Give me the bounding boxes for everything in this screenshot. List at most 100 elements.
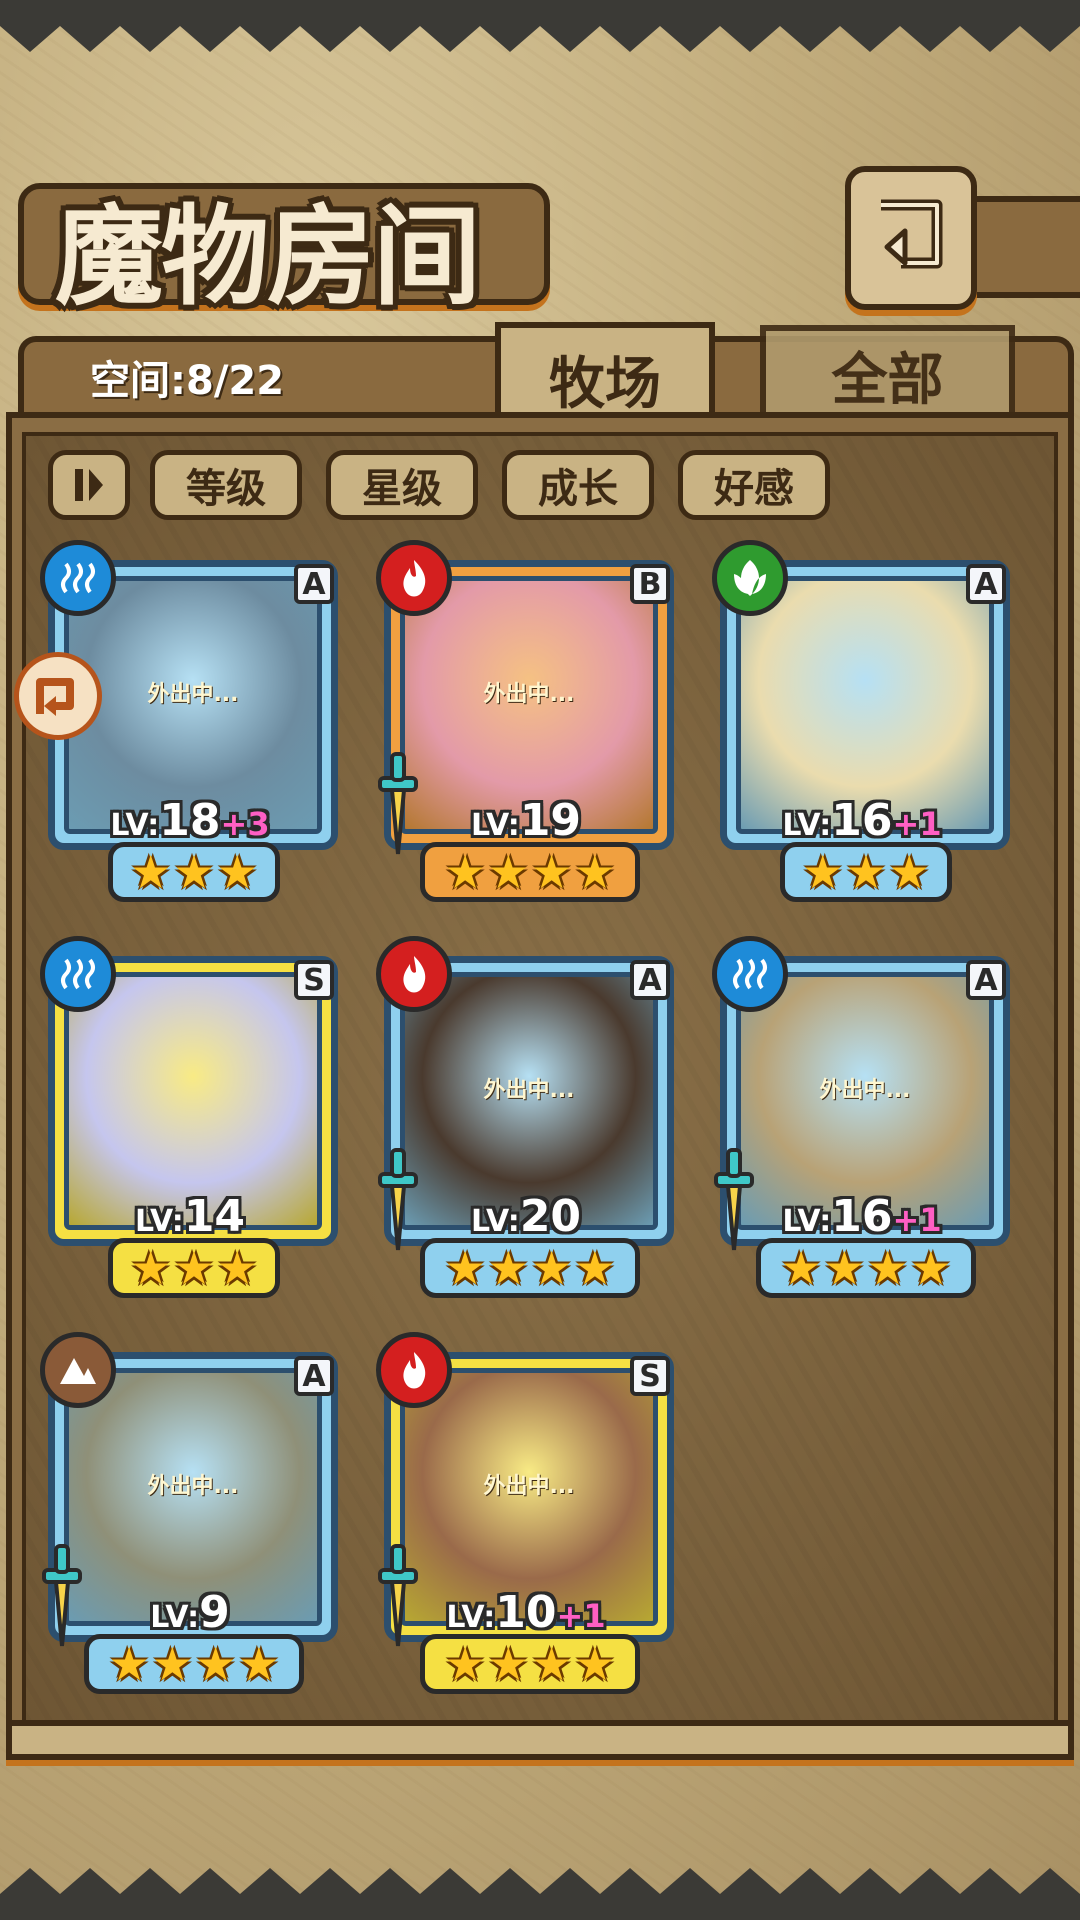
monster-card[interactable]: S LV:14 ★ ★ ★ [40, 936, 340, 1298]
level-prefix: LV: [446, 1600, 496, 1635]
away-status: 外出中... [819, 1078, 911, 1103]
sort-level-button[interactable]: 等级 [150, 450, 302, 520]
rank-badge: A [630, 960, 670, 1000]
level-value: 16 [831, 795, 893, 846]
star-icon: ★ [574, 1637, 616, 1691]
level-bonus: +1 [892, 805, 942, 843]
level-value: 19 [519, 795, 582, 846]
fire-element-icon [376, 1332, 452, 1408]
star-icon: ★ [574, 845, 616, 899]
level-prefix: LV: [470, 1204, 520, 1239]
star-icon: ★ [531, 1241, 573, 1295]
back-rail [960, 196, 1080, 298]
monster-card[interactable]: 外出中... A LV:9 ★ ★ ★ ★ [40, 1332, 340, 1694]
bottom-zigzag-border [0, 1868, 1080, 1920]
star-icon: ★ [444, 1241, 486, 1295]
star-rating: ★ ★ ★ [780, 842, 952, 902]
away-status: 外出中... [483, 1078, 575, 1103]
level-prefix: LV: [470, 808, 520, 843]
star-rating: ★ ★ ★ ★ [84, 1634, 304, 1694]
panel-bottom-bar [6, 1720, 1074, 1760]
star-icon: ★ [444, 845, 486, 899]
level-prefix: LV: [150, 1600, 200, 1635]
level-prefix: LV: [134, 1204, 184, 1239]
level-value: 14 [183, 1191, 246, 1242]
rank-badge: A [294, 1356, 334, 1396]
back-button[interactable] [845, 166, 977, 310]
side-return-button[interactable] [14, 652, 102, 740]
back-return-icon [881, 199, 943, 269]
level-label: LV:16+1 [712, 1191, 1012, 1242]
sort-order-toggle[interactable] [48, 450, 130, 520]
monster-card[interactable]: A LV:16+1 ★ ★ ★ [712, 540, 1012, 902]
level-value: 16 [831, 1191, 893, 1242]
sort-growth-button[interactable]: 成长 [502, 450, 654, 520]
star-icon: ★ [823, 1241, 865, 1295]
star-icon: ★ [444, 1637, 486, 1691]
away-status: 外出中... [483, 682, 575, 707]
level-prefix: LV: [782, 808, 832, 843]
level-label: LV:18+3 [40, 795, 340, 846]
star-icon: ★ [574, 1241, 616, 1295]
monster-portrait [741, 581, 989, 829]
water-element-icon [40, 540, 116, 616]
star-rating: ★ ★ ★ ★ [420, 1238, 640, 1298]
rank-badge: B [630, 564, 670, 604]
sort-star-button[interactable]: 星级 [326, 450, 478, 520]
level-value: 9 [199, 1587, 230, 1638]
wood-element-icon [712, 540, 788, 616]
star-icon: ★ [173, 1241, 215, 1295]
space-counter: 空间:8/22 [90, 358, 285, 404]
paw-return-icon [36, 678, 74, 716]
rank-badge: S [630, 1356, 670, 1396]
level-value: 10 [495, 1587, 557, 1638]
star-icon: ★ [531, 1637, 573, 1691]
star-icon: ★ [173, 845, 215, 899]
star-icon: ★ [216, 1241, 258, 1295]
star-rating: ★ ★ ★ ★ [420, 1634, 640, 1694]
star-icon: ★ [487, 1637, 529, 1691]
water-element-icon [712, 936, 788, 1012]
away-status: 外出中... [483, 1474, 575, 1499]
top-zigzag-border [0, 0, 1080, 52]
water-element-icon [40, 936, 116, 1012]
star-icon: ★ [151, 1637, 193, 1691]
level-bonus: +3 [220, 805, 270, 843]
fire-element-icon [376, 540, 452, 616]
monster-card[interactable]: 外出中... A LV:20 ★ ★ ★ ★ [376, 936, 676, 1298]
level-value: 18 [159, 795, 221, 846]
star-rating: ★ ★ ★ ★ [420, 842, 640, 902]
star-rating: ★ ★ ★ ★ [756, 1238, 976, 1298]
star-icon: ★ [108, 1637, 150, 1691]
sort-affection-button[interactable]: 好感 [678, 450, 830, 520]
away-status: 外出中... [147, 1474, 239, 1499]
tab-all[interactable]: 全部 [760, 325, 1015, 425]
monster-card[interactable]: 外出中... S LV:10+1 ★ ★ ★ ★ [376, 1332, 676, 1694]
level-value: 20 [519, 1191, 582, 1242]
rank-badge: A [294, 564, 334, 604]
level-label: LV:19 [376, 795, 676, 846]
star-icon: ★ [238, 1637, 280, 1691]
level-prefix: LV: [782, 1204, 832, 1239]
star-icon: ★ [802, 845, 844, 899]
level-prefix: LV: [110, 808, 160, 843]
level-label: LV:9 [40, 1587, 340, 1638]
monster-card[interactable]: 外出中... A LV:16+1 ★ ★ ★ ★ [712, 936, 1012, 1298]
star-rating: ★ ★ ★ [108, 1238, 280, 1298]
rank-badge: A [966, 960, 1006, 1000]
monster-portrait [69, 977, 317, 1225]
level-label: LV:14 [40, 1191, 340, 1242]
level-label: LV:16+1 [712, 795, 1012, 846]
page-title: 魔物房间 [55, 194, 481, 320]
level-bonus: +1 [556, 1597, 606, 1635]
monster-card[interactable]: 外出中... B LV:19 ★ ★ ★ ★ [376, 540, 676, 902]
star-icon: ★ [845, 845, 887, 899]
star-icon: ★ [216, 845, 258, 899]
star-icon: ★ [195, 1637, 237, 1691]
star-icon: ★ [487, 845, 529, 899]
star-icon: ★ [867, 1241, 909, 1295]
star-icon: ★ [531, 845, 573, 899]
star-icon: ★ [780, 1241, 822, 1295]
level-bonus: +1 [892, 1201, 942, 1239]
star-icon: ★ [130, 1241, 172, 1295]
